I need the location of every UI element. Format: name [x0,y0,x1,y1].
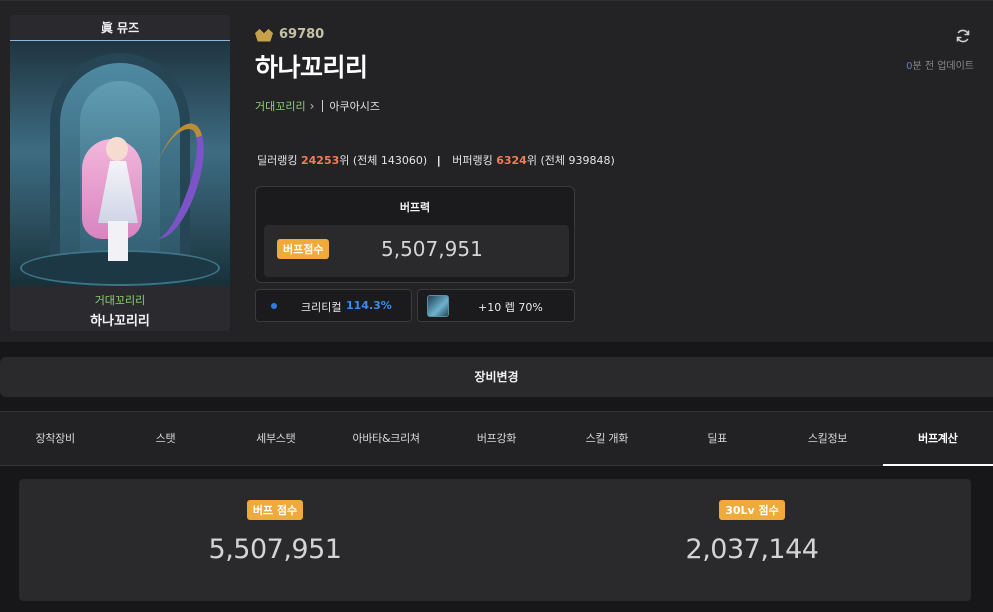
buffer-rank-suffix: 위 (전체 939848) [526,154,615,167]
critical-value: 114.3% [346,299,392,312]
chevron-right-icon[interactable]: › [310,99,315,113]
guild-link[interactable]: 거대꼬리리 [255,98,306,114]
character-name: 하나꼬리리 [255,53,368,82]
skill-enhance-label: +10 렙 70% [478,301,543,314]
tab-avatar-creature[interactable]: 아바타&크리쳐 [331,412,441,465]
figure-legs [108,221,128,261]
buff-score-summary: 버프 점수 5,507,951 [175,499,375,565]
figure-head [106,137,128,161]
character-info: 69780 하나꼬리리 거대꼬리리 › 아쿠아시즈 [255,27,380,114]
buff-summary-panel: 버프 점수 5,507,951 30Lv 점수 2,037,144 [19,479,971,601]
card-info: 거대꼬리리 하나꼬리리 인튠 [10,286,230,331]
buff-power-title: 버프력 [399,201,431,214]
refresh-icon[interactable] [955,28,971,44]
buff-score-row: 버프점수 5,507,951 [264,225,569,277]
dealer-rank-suffix: 위 (전체 143060) [339,154,428,167]
tab-skill-bloom[interactable]: 스킬 개화 [552,412,662,465]
card-guild: 거대꼬리리 [94,294,146,307]
ranking-line: 딜러랭킹 24253위 (전체 143060) | 버퍼랭킹 6324위 (전체… [257,152,615,168]
crit-dot-icon [271,303,277,309]
adventure-name: 아쿠아시즈 [329,100,381,113]
buff-score-value: 5,507,951 [381,237,483,261]
buffer-rank-value: 6324 [496,154,527,167]
tab-stats[interactable]: 스탯 [110,412,220,465]
update-status: 0분 전 업데이트 [906,57,974,72]
divider [322,100,324,112]
fame-crest-icon [255,28,273,42]
update-text: 분 전 업데이트 [912,61,974,72]
summary-lv30-value: 2,037,144 [685,534,819,565]
tab-bar: 장착장비 스탯 세부스탯 아바타&크리쳐 버프강화 스킬 개화 딜표 스킬정보 … [0,411,993,466]
dealer-rank-label: 딜러랭킹 [257,154,298,167]
server-title: 眞 뮤즈 [10,15,230,41]
fame: 69780 [255,27,380,42]
tab-damage-table[interactable]: 딜표 [662,412,772,465]
skill-icon [427,295,449,317]
equip-change-button[interactable]: 장비변경 [0,357,993,397]
character-profile-panel: 眞 뮤즈 거대꼬리리 하나꼬리리 인튠 69780 하나꼬리리 거대꼬리리 [0,0,993,342]
character-sub-info: 거대꼬리리 › 아쿠아시즈 [255,98,380,114]
character-portrait [10,41,230,286]
fame-value: 69780 [279,27,325,42]
tab-detail-stats[interactable]: 세부스탯 [221,412,331,465]
dealer-rank-value: 24253 [300,154,340,167]
tab-buff-calc[interactable]: 버프계산 [882,412,993,466]
buff-power-box: 버프력 버프점수 5,507,951 [255,186,575,283]
lv30-score-summary: 30Lv 점수 2,037,144 [652,499,852,565]
ranking-separator: | [436,154,441,167]
summary-buff-badge: 버프 점수 [246,500,304,520]
tab-equipment[interactable]: 장착장비 [0,412,110,465]
character-figure [82,131,146,261]
buffer-rank-label: 버퍼랭킹 [452,154,493,167]
card-character-name: 하나꼬리리 [90,314,150,329]
skill-enhance-box: +10 렙 70% [417,289,575,322]
summary-buff-value: 5,507,951 [208,534,342,565]
tab-skill-info[interactable]: 스킬정보 [772,412,882,465]
critical-box: 크리티컬 114.3% [255,289,412,322]
character-card[interactable]: 眞 뮤즈 거대꼬리리 하나꼬리리 인튠 [10,15,230,331]
summary-lv30-badge: 30Lv 점수 [719,500,785,520]
buff-score-badge: 버프점수 [277,239,330,259]
critical-label: 크리티컬 [301,301,342,314]
tab-buff-enhance[interactable]: 버프강화 [441,412,551,465]
